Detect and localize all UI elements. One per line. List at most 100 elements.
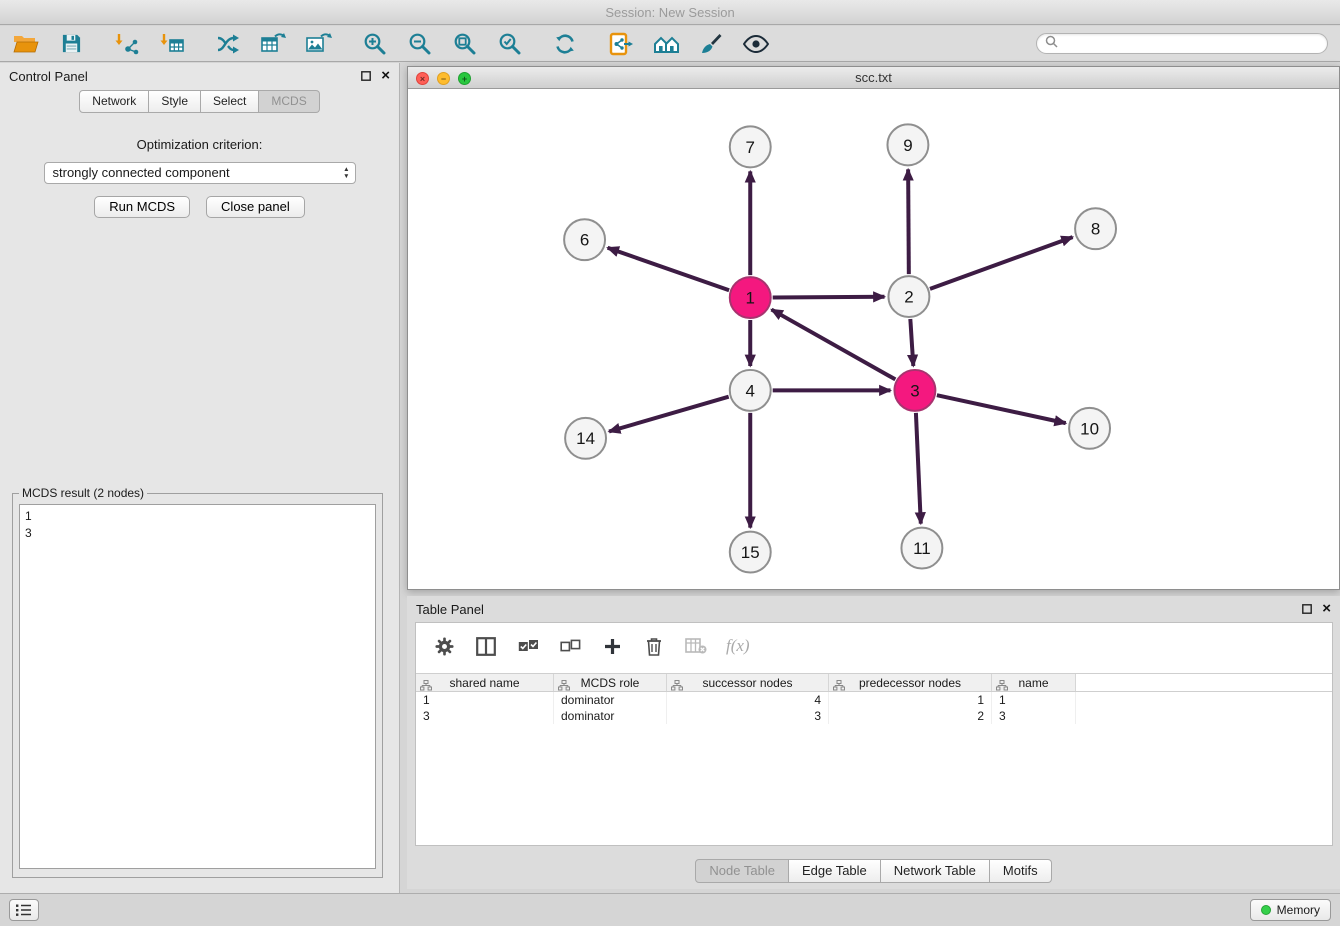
tab-node-table[interactable]: Node Table [695, 859, 789, 883]
edge-2-8[interactable] [930, 237, 1073, 289]
ndex-document-icon[interactable] [607, 31, 635, 57]
column-settings-gear-icon[interactable] [432, 633, 456, 659]
import-table-icon[interactable] [158, 31, 186, 57]
export-image-icon[interactable] [304, 31, 332, 57]
dropdown-stepper-icon: ▲▼ [343, 166, 349, 180]
table-cell[interactable]: 3 [416, 708, 554, 724]
select-all-icon[interactable] [516, 633, 540, 659]
add-row-plus-icon[interactable] [600, 633, 624, 659]
column-header-successor-nodes[interactable]: successor nodes [667, 674, 829, 691]
optimization-criterion-dropdown[interactable]: strongly connected component ▲▼ [44, 162, 356, 184]
node-6[interactable]: 6 [564, 219, 605, 260]
save-session-icon[interactable] [57, 31, 85, 57]
export-table-icon[interactable] [259, 31, 287, 57]
column-header-mcds-role[interactable]: MCDS role [554, 674, 667, 691]
network-window: × − + scc.txt 7 9 6 8 1 2 4 3 10 14 15 11 [407, 66, 1340, 590]
function-builder-fx-icon[interactable]: f(x) [726, 636, 750, 656]
node-3[interactable]: 3 [894, 370, 935, 411]
delete-table-icon[interactable] [684, 633, 708, 659]
table-cell[interactable]: 1 [829, 692, 992, 708]
edge-3-11[interactable] [916, 413, 921, 524]
table-row[interactable]: 1dominator411 [416, 692, 1332, 708]
table-cell[interactable]: 3 [992, 708, 1076, 724]
window-close-icon[interactable]: × [416, 72, 429, 85]
table-rows: 1dominator4113dominator323 [416, 692, 1332, 724]
status-bar: Memory [0, 893, 1340, 926]
edge-2-3[interactable] [910, 319, 913, 366]
mcds-result-list[interactable]: 13 [19, 504, 376, 869]
node-9[interactable]: 9 [887, 124, 928, 165]
column-header-label: predecessor nodes [859, 676, 961, 690]
tab-mcds[interactable]: MCDS [259, 90, 319, 113]
window-minimize-icon[interactable]: − [437, 72, 450, 85]
table-cell[interactable]: 4 [667, 692, 829, 708]
node-label: 2 [904, 288, 913, 307]
tab-motifs[interactable]: Motifs [990, 859, 1052, 883]
column-header-label: successor nodes [702, 676, 792, 690]
close-panel-icon[interactable]: × [381, 69, 390, 83]
open-session-icon[interactable] [12, 31, 40, 57]
result-item[interactable]: 1 [25, 508, 370, 525]
network-overview-home-icon[interactable] [652, 31, 680, 57]
window-zoom-icon[interactable]: + [458, 72, 471, 85]
import-network-icon[interactable] [113, 31, 141, 57]
column-header-predecessor-nodes[interactable]: predecessor nodes [829, 674, 992, 691]
node-15[interactable]: 15 [730, 532, 771, 573]
node-10[interactable]: 10 [1069, 408, 1110, 449]
float-panel-icon[interactable] [359, 69, 373, 83]
delete-row-trash-icon[interactable] [642, 633, 666, 659]
deselect-all-icon[interactable] [558, 633, 582, 659]
zoom-selected-icon[interactable] [495, 31, 523, 57]
close-panel-button[interactable]: Close panel [206, 196, 305, 218]
show-hide-eye-icon[interactable] [742, 31, 770, 57]
node-8[interactable]: 8 [1075, 208, 1116, 249]
network-window-titlebar[interactable]: × − + scc.txt [408, 67, 1339, 89]
table-cell[interactable]: 3 [667, 708, 829, 724]
column-header-name[interactable]: name [992, 674, 1076, 691]
tab-edge-table[interactable]: Edge Table [789, 859, 881, 883]
tab-select[interactable]: Select [201, 90, 259, 113]
close-table-panel-icon[interactable]: × [1322, 602, 1331, 616]
tab-network[interactable]: Network [79, 90, 149, 113]
run-mcds-button[interactable]: Run MCDS [94, 196, 190, 218]
edge-3-10[interactable] [937, 395, 1066, 423]
search-input[interactable] [1063, 37, 1319, 51]
result-item[interactable]: 3 [25, 525, 370, 542]
network-canvas[interactable]: 7 9 6 8 1 2 4 3 10 14 15 11 [408, 90, 1339, 589]
edge-4-14[interactable] [609, 397, 729, 432]
node-2[interactable]: 2 [888, 276, 929, 317]
refresh-icon[interactable] [551, 31, 579, 57]
column-type-icon [558, 678, 570, 696]
table-cell[interactable]: 2 [829, 708, 992, 724]
node-label: 11 [913, 539, 931, 558]
apply-style-brush-icon[interactable] [697, 31, 725, 57]
zoom-in-icon[interactable] [360, 31, 388, 57]
memory-button[interactable]: Memory [1250, 899, 1331, 921]
node-7[interactable]: 7 [730, 126, 771, 167]
zoom-fit-icon[interactable] [450, 31, 478, 57]
show-columns-icon[interactable] [474, 633, 498, 659]
export-network-icon[interactable] [214, 31, 242, 57]
edge-2-9[interactable] [908, 169, 909, 274]
node-1[interactable]: 1 [730, 277, 771, 318]
zoom-out-icon[interactable] [405, 31, 433, 57]
node-label: 9 [903, 136, 912, 155]
edge-1-6[interactable] [608, 248, 729, 290]
table-panel-title: Table Panel [416, 602, 484, 617]
tab-style[interactable]: Style [149, 90, 201, 113]
table-panel-tabs: Node TableEdge TableNetwork TableMotifs [407, 859, 1340, 883]
table-row[interactable]: 3dominator323 [416, 708, 1332, 724]
node-14[interactable]: 14 [565, 418, 606, 459]
edge-3-1[interactable] [772, 310, 896, 380]
table-cell[interactable]: dominator [554, 708, 667, 724]
column-header-shared-name[interactable]: shared name [416, 674, 554, 691]
node-4[interactable]: 4 [730, 370, 771, 411]
table-cell[interactable]: 1 [416, 692, 554, 708]
node-11[interactable]: 11 [901, 528, 942, 569]
float-table-panel-icon[interactable] [1300, 602, 1314, 616]
search-box[interactable] [1036, 33, 1328, 54]
edge-1-2[interactable] [773, 297, 885, 298]
task-history-list-icon[interactable] [9, 899, 39, 921]
tab-network-table[interactable]: Network Table [881, 859, 990, 883]
table-cell[interactable]: dominator [554, 692, 667, 708]
